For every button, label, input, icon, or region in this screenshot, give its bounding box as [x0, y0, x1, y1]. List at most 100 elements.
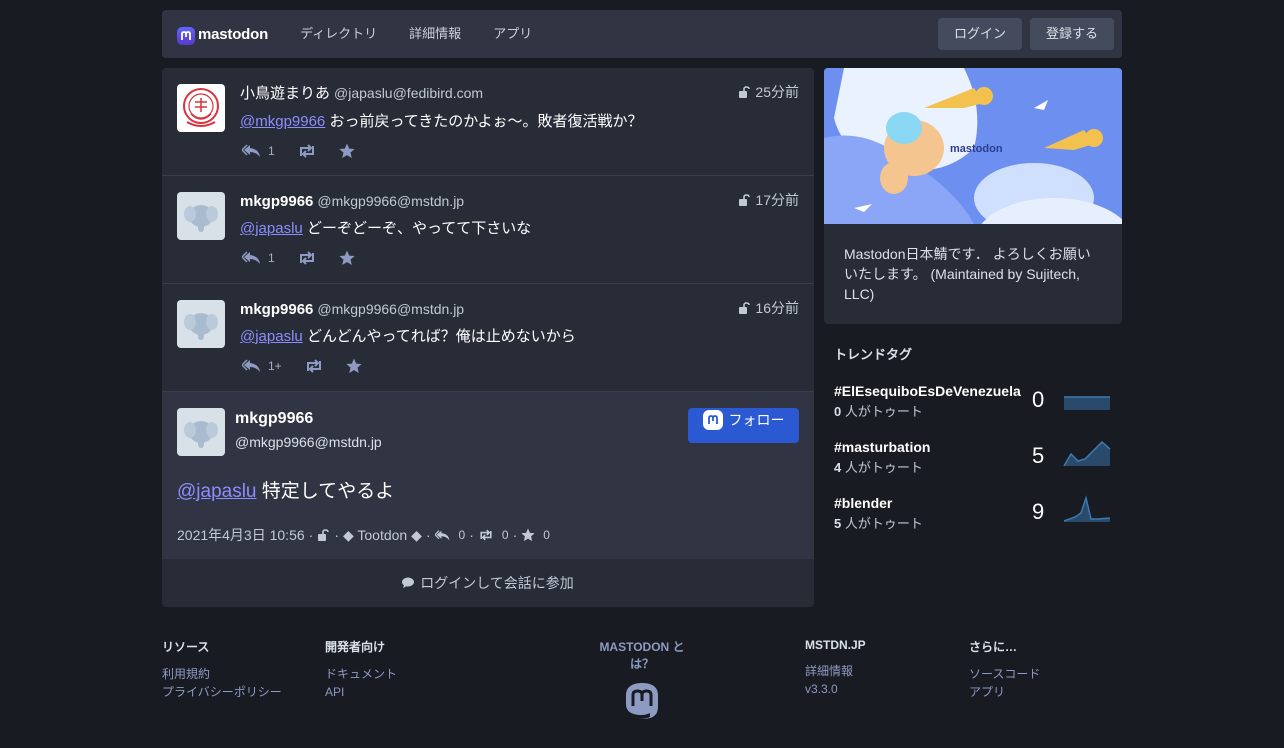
footer-heading: MASTODON とは？ [599, 640, 685, 671]
trend-sparkline [1063, 440, 1111, 467]
reply-button[interactable]: 1 [242, 250, 275, 266]
status-time[interactable]: 16分前 [738, 298, 799, 318]
mention-link[interactable]: @japaslu [177, 481, 257, 502]
detailed-status-meta: 2021年4月3日 10:56 · · ◆ Tootdon ◆ · 0 · 0 … [177, 525, 799, 545]
reply-button[interactable]: 1+ [242, 358, 282, 374]
boost-button[interactable] [304, 359, 324, 373]
account-handle: @mkgp9966@mstdn.jp [317, 193, 465, 209]
nav-apps[interactable]: アプリ [477, 10, 548, 58]
status-header: 小鳥遊まりあ @japaslu@fedibird.com 25分前 [240, 82, 799, 103]
trend-people-count: 0 [834, 404, 842, 419]
mastodon-icon[interactable] [624, 682, 660, 720]
unlock-icon [318, 529, 330, 541]
terms-link[interactable]: 利用規約 [162, 665, 282, 683]
avatar[interactable] [177, 84, 225, 132]
hero-logo-text: mastodon [950, 143, 1003, 155]
mastodon-logo-link[interactable]: mastodon [177, 10, 268, 58]
favourite-button[interactable] [339, 250, 355, 266]
nav-directory[interactable]: ディレクトリ [284, 10, 393, 58]
retweet-icon [480, 529, 492, 541]
status-time[interactable]: 17分前 [738, 190, 799, 210]
reply-button[interactable]: 1 [242, 143, 275, 159]
status-text: おっ前戻ってきたのかよぉ〜。敗者復活戦か？ [329, 113, 643, 130]
star-icon [339, 143, 355, 158]
status-time[interactable]: 25分前 [738, 82, 799, 102]
signup-button[interactable]: 登録する [1029, 18, 1114, 50]
detailed-names: mkgp9966 @mkgp9966@mstdn.jp [235, 408, 382, 456]
documentation-link[interactable]: ドキュメント [325, 665, 397, 683]
display-name[interactable]: mkgp9966 [240, 301, 313, 318]
boost-button[interactable] [297, 144, 317, 158]
auth-buttons: ログイン 登録する [937, 18, 1114, 50]
hero-illustration: mastodon [824, 68, 1122, 224]
favourite-button[interactable] [346, 358, 362, 374]
status-item[interactable]: mkgp9966 @mkgp9966@mstdn.jp 17分前 @japasl… [162, 176, 814, 284]
trend-item[interactable]: #masturbation 4 人がトゥート 5 [834, 439, 1114, 479]
status-actions: 1 [242, 143, 799, 159]
join-conversation-link[interactable]: ログインして会話に参加 [162, 559, 814, 607]
footer-about-mastodon: MASTODON とは？ [590, 638, 694, 720]
footer-developers: 開発者向け ドキュメント API [325, 638, 397, 701]
follow-button[interactable]: フォロー [688, 408, 799, 443]
mention-link[interactable]: @japaslu [240, 328, 303, 345]
status-item[interactable]: 小鳥遊まりあ @japaslu@fedibird.com 25分前 @mkgp9… [162, 68, 814, 176]
conversation-thread: 小鳥遊まりあ @japaslu@fedibird.com 25分前 @mkgp9… [162, 68, 814, 607]
api-link[interactable]: API [325, 683, 397, 701]
version-link[interactable]: v3.3.0 [805, 680, 866, 698]
trend-people-count: 5 [834, 516, 842, 531]
unlock-icon [739, 302, 751, 314]
star-icon [521, 528, 535, 542]
trend-people-suffix: 人がトゥート [844, 404, 923, 419]
status-header: mkgp9966 @mkgp9966@mstdn.jp 16分前 [240, 298, 799, 318]
mention-link[interactable]: @mkgp9966 [240, 113, 325, 130]
separator: · [308, 527, 314, 543]
retweet-icon [299, 144, 314, 158]
trend-count: 0 [1032, 387, 1045, 412]
status-item[interactable]: mkgp9966 @mkgp9966@mstdn.jp 16分前 @japasl… [162, 284, 814, 392]
avatar[interactable] [177, 408, 225, 456]
avatar[interactable] [177, 192, 225, 240]
server-description: Mastodon日本鯖です． よろしくお願いいたします。 (Maintained… [844, 246, 1091, 302]
application-link[interactable]: ◆ Tootdon ◆ [343, 527, 422, 544]
reply-count: 1+ [268, 359, 282, 373]
login-button[interactable]: ログイン [937, 18, 1022, 50]
display-name[interactable]: 小鳥遊まりあ [240, 82, 330, 103]
boost-button[interactable] [297, 251, 317, 265]
favourite-button[interactable] [339, 143, 355, 159]
follow-label: フォロー [728, 412, 785, 428]
reply-count: 1 [268, 251, 275, 265]
privacy-link[interactable]: プライバシーポリシー [162, 683, 282, 701]
separator: · [469, 527, 474, 543]
display-name[interactable]: mkgp9966 [235, 408, 382, 430]
footer-instance: MSTDN.JP 詳細情報 v3.3.0 [805, 638, 866, 698]
nav-about[interactable]: 詳細情報 [393, 10, 477, 58]
star-icon [339, 250, 355, 265]
trend-people-count: 4 [834, 460, 842, 475]
server-hero-card: mastodon Mastodon日本鯖です． よろしくお願いいたします。 (M… [824, 68, 1122, 324]
star-icon [346, 358, 362, 373]
trend-item[interactable]: #ElEsequiboEsDeVenezuela 0 人がトゥート 0 [834, 383, 1114, 423]
favourite-count: 0 [543, 528, 550, 542]
retweet-icon [306, 359, 321, 373]
display-name[interactable]: mkgp9966 [240, 193, 313, 210]
apps-link[interactable]: アプリ [969, 683, 1040, 701]
top-navigation-bar: mastodon ディレクトリ 詳細情報 アプリ ログイン 登録する [162, 10, 1122, 58]
status-header: mkgp9966 @mkgp9966@mstdn.jp 17分前 [240, 190, 799, 210]
reply-all-icon [242, 359, 260, 372]
mastodon-logo-icon [177, 27, 195, 45]
comments-icon [402, 577, 415, 588]
status-content: @japaslu どんどんやってれば？俺は止めないから [240, 325, 799, 346]
unlock-icon [739, 194, 751, 206]
avatar[interactable] [177, 300, 225, 348]
reply-all-icon [242, 251, 260, 264]
trend-item[interactable]: #blender 5 人がトゥート 9 [834, 495, 1114, 535]
reply-all-icon [242, 144, 260, 157]
join-conversation-label: ログインして会話に参加 [420, 575, 574, 591]
source-code-link[interactable]: ソースコード [969, 665, 1040, 683]
footer-heading: さらに… [969, 640, 1018, 654]
status-actions: 1+ [242, 358, 799, 374]
mention-link[interactable]: @japaslu [240, 220, 303, 237]
status-date[interactable]: 2021年4月3日 10:56 [177, 525, 305, 545]
status-actions: 1 [242, 250, 799, 266]
about-link[interactable]: 詳細情報 [805, 662, 866, 680]
